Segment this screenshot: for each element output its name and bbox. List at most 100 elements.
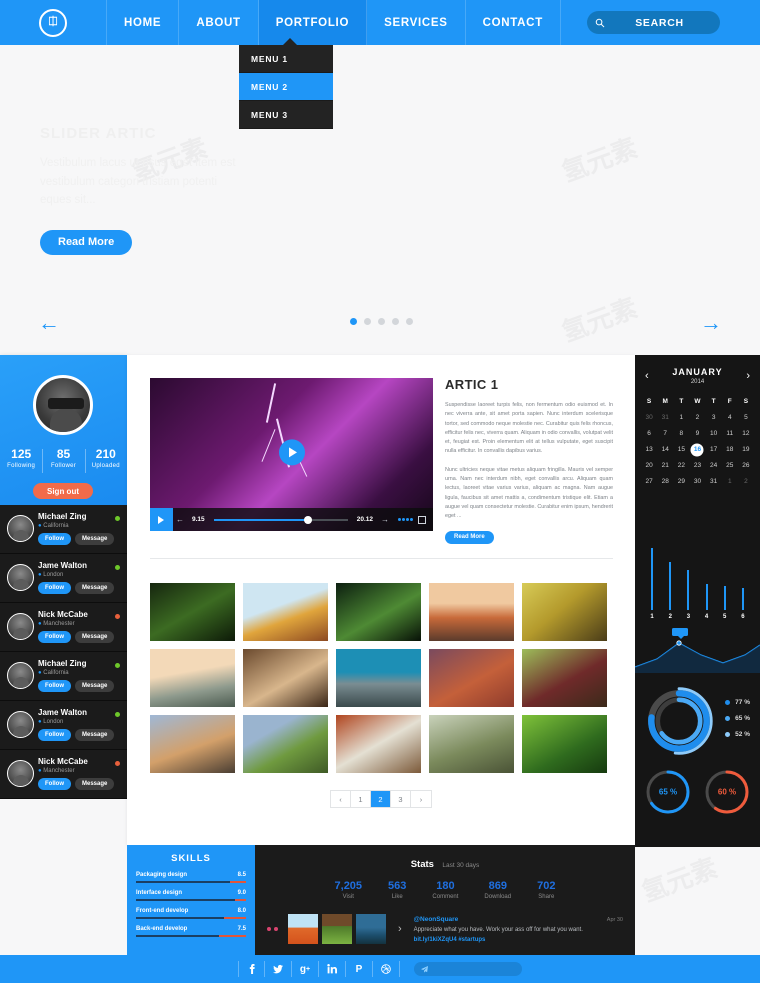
calendar-day[interactable]: 17 xyxy=(706,443,722,456)
calendar-day[interactable]: 31 xyxy=(657,411,673,424)
calendar-day[interactable]: 25 xyxy=(722,459,738,472)
calendar-day[interactable]: 20 xyxy=(641,459,657,472)
calendar-day[interactable]: 31 xyxy=(706,475,722,488)
calendar-day[interactable]: 10 xyxy=(706,427,722,440)
calendar-day[interactable]: 30 xyxy=(689,475,705,488)
article-read-more-button[interactable]: Read More xyxy=(445,530,494,544)
play-button[interactable] xyxy=(278,438,305,465)
slider-dot[interactable] xyxy=(350,318,357,325)
calendar-next-icon[interactable]: › xyxy=(746,370,750,382)
facebook-icon[interactable] xyxy=(238,961,265,977)
nav-item-home[interactable]: HOME xyxy=(107,0,180,45)
calendar-day[interactable]: 1 xyxy=(673,411,689,424)
tweet-dots[interactable] xyxy=(267,927,278,931)
gallery-thumbnail[interactable] xyxy=(336,583,421,641)
calendar-day[interactable]: 13 xyxy=(641,443,657,456)
follow-button[interactable]: Follow xyxy=(38,631,71,643)
calendar-day[interactable]: 11 xyxy=(722,427,738,440)
linkedin-icon[interactable] xyxy=(319,961,346,977)
calendar-day[interactable]: 2 xyxy=(738,475,754,488)
calendar-day[interactable]: 8 xyxy=(673,427,689,440)
calendar-day[interactable]: 5 xyxy=(738,411,754,424)
tweet-link[interactable]: bit.ly/1kiXZqU4 #startups xyxy=(414,937,623,943)
dropdown-item-menu1[interactable]: MENU 1 xyxy=(239,45,333,73)
calendar-day-selected[interactable]: 16 xyxy=(689,443,705,456)
twitter-icon[interactable] xyxy=(265,961,292,977)
contact-item[interactable]: Jame Walton ● London Follow Message xyxy=(0,701,127,750)
calendar-day[interactable]: 29 xyxy=(673,475,689,488)
forward-icon[interactable]: → xyxy=(378,515,392,524)
slider-next-icon[interactable]: → xyxy=(700,312,722,334)
rewind-icon[interactable]: ← xyxy=(173,515,187,524)
message-button[interactable]: Message xyxy=(75,778,115,790)
message-button[interactable]: Message xyxy=(75,582,115,594)
gallery-thumbnail[interactable] xyxy=(243,715,328,773)
calendar-day[interactable]: 15 xyxy=(673,443,689,456)
calendar-day[interactable]: 3 xyxy=(706,411,722,424)
contact-item[interactable]: Michael Zing ● California Follow Message xyxy=(0,505,127,554)
gallery-thumbnail[interactable] xyxy=(522,649,607,707)
gallery-thumbnail[interactable] xyxy=(429,649,514,707)
progress-bar[interactable] xyxy=(213,515,348,524)
contact-item[interactable]: Nick McCabe ● Manchester Follow Message xyxy=(0,603,127,652)
tweet-next-icon[interactable]: › xyxy=(398,923,402,935)
contact-item[interactable]: Jame Walton ● London Follow Message xyxy=(0,554,127,603)
tweet-username[interactable]: @NeonSquare xyxy=(414,916,459,923)
gallery-thumbnail[interactable] xyxy=(429,715,514,773)
gallery-thumbnail[interactable] xyxy=(150,583,235,641)
calendar-day[interactable]: 7 xyxy=(657,427,673,440)
calendar-day[interactable]: 18 xyxy=(722,443,738,456)
logo[interactable]: ⎅ xyxy=(0,0,107,45)
nav-item-portfolio[interactable]: PORTFOLIO xyxy=(258,0,368,45)
gallery-thumbnail[interactable] xyxy=(243,649,328,707)
sign-out-button[interactable]: Sign out xyxy=(33,483,93,499)
nav-item-services[interactable]: SERVICES xyxy=(367,0,466,45)
slider-dot[interactable] xyxy=(378,318,385,325)
pagination-next[interactable]: › xyxy=(411,791,431,807)
calendar-day[interactable]: 12 xyxy=(738,427,754,440)
calendar-day[interactable]: 22 xyxy=(673,459,689,472)
pagination-prev[interactable]: ‹ xyxy=(331,791,351,807)
video-player[interactable]: ← 9.15 20.12 → xyxy=(150,378,433,531)
dropdown-item-menu2[interactable]: MENU 2 xyxy=(239,73,333,101)
calendar-day[interactable]: 14 xyxy=(657,443,673,456)
calendar-day[interactable]: 28 xyxy=(657,475,673,488)
gallery-thumbnail[interactable] xyxy=(150,649,235,707)
message-button[interactable]: Message xyxy=(75,631,115,643)
gallery-thumbnail[interactable] xyxy=(336,715,421,773)
follow-button[interactable]: Follow xyxy=(38,582,71,594)
gallery-thumbnail[interactable] xyxy=(522,583,607,641)
pinterest-icon[interactable]: P xyxy=(346,961,373,977)
calendar-day[interactable]: 27 xyxy=(641,475,657,488)
calendar-day[interactable]: 24 xyxy=(706,459,722,472)
calendar-day[interactable]: 23 xyxy=(689,459,705,472)
slider-dot[interactable] xyxy=(406,318,413,325)
gallery-thumbnail[interactable] xyxy=(150,715,235,773)
gallery-thumbnail[interactable] xyxy=(429,583,514,641)
calendar-day[interactable]: 2 xyxy=(689,411,705,424)
calendar-day[interactable]: 6 xyxy=(641,427,657,440)
fullscreen-icon[interactable] xyxy=(418,515,426,524)
play-icon[interactable] xyxy=(150,508,173,531)
pagination-page-3[interactable]: 3 xyxy=(391,791,411,807)
message-button[interactable]: Message xyxy=(75,729,115,741)
progress-knob[interactable] xyxy=(303,515,312,524)
calendar-day[interactable]: 4 xyxy=(722,411,738,424)
follow-button[interactable]: Follow xyxy=(38,680,71,692)
calendar-day[interactable]: 21 xyxy=(657,459,673,472)
nav-item-contact[interactable]: CONTACT xyxy=(466,0,561,45)
search-box[interactable]: SEARCH xyxy=(587,11,720,34)
slider-prev-icon[interactable]: ← xyxy=(38,312,60,334)
contact-item[interactable]: Nick McCabe ● Manchester Follow Message xyxy=(0,750,127,799)
slider-dot[interactable] xyxy=(392,318,399,325)
calendar-day[interactable]: 9 xyxy=(689,427,705,440)
slider-dot[interactable] xyxy=(364,318,371,325)
dropdown-item-menu3[interactable]: MENU 3 xyxy=(239,101,333,129)
follow-button[interactable]: Follow xyxy=(38,778,71,790)
calendar-day[interactable]: 26 xyxy=(738,459,754,472)
message-button[interactable]: Message xyxy=(75,680,115,692)
calendar-day[interactable]: 30 xyxy=(641,411,657,424)
volume-icon[interactable] xyxy=(392,518,413,521)
message-button[interactable]: Message xyxy=(75,533,115,545)
tweet-thumb[interactable] xyxy=(288,914,318,944)
